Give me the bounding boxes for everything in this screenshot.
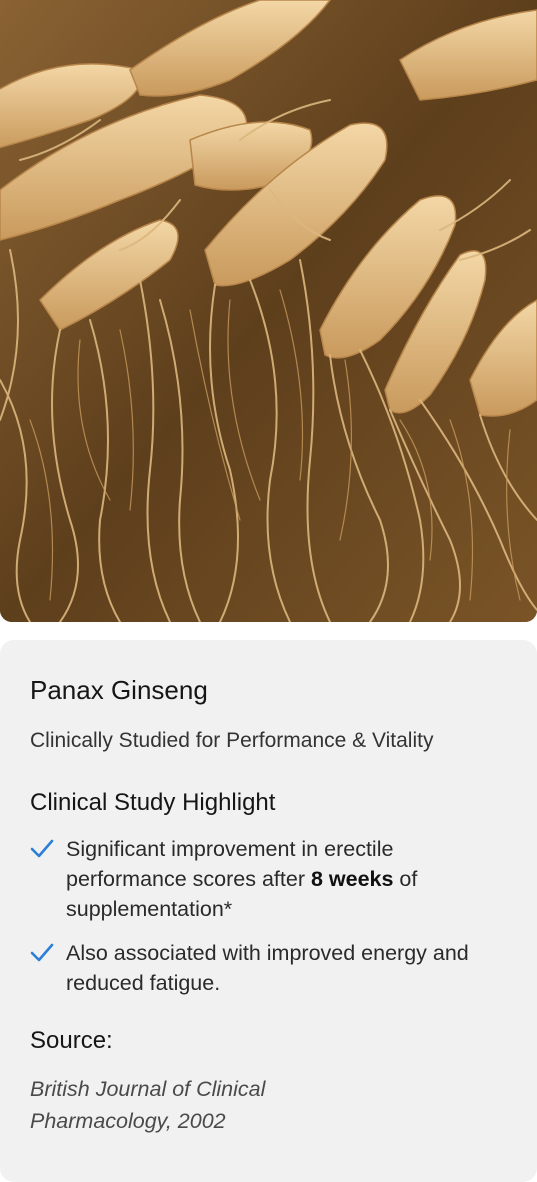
product-info-card: Panax Ginseng Clinically Studied for Per… <box>0 640 537 1182</box>
highlight-item: Also associated with improved energy and… <box>30 938 507 998</box>
source-citation: British Journal of Clinical Pharmacology… <box>30 1077 266 1133</box>
highlights-list: Significant improvement in erectile perf… <box>30 834 507 998</box>
highlight-text: Also associated with improved energy and… <box>66 941 469 995</box>
hero-image <box>0 0 537 622</box>
study-heading: Clinical Study Highlight <box>30 789 276 816</box>
ginseng-roots-image <box>0 0 537 622</box>
source-heading: Source: <box>30 1027 113 1054</box>
check-icon <box>30 938 66 968</box>
product-subtitle: Clinically Studied for Performance & Vit… <box>30 729 434 752</box>
highlight-emphasis: 8 weeks <box>310 867 394 891</box>
check-icon <box>30 834 66 864</box>
product-title: Panax Ginseng <box>30 675 208 705</box>
highlight-item: Significant improvement in erectile perf… <box>30 834 507 924</box>
highlight-text: Significant improvement in erectile perf… <box>66 837 418 921</box>
